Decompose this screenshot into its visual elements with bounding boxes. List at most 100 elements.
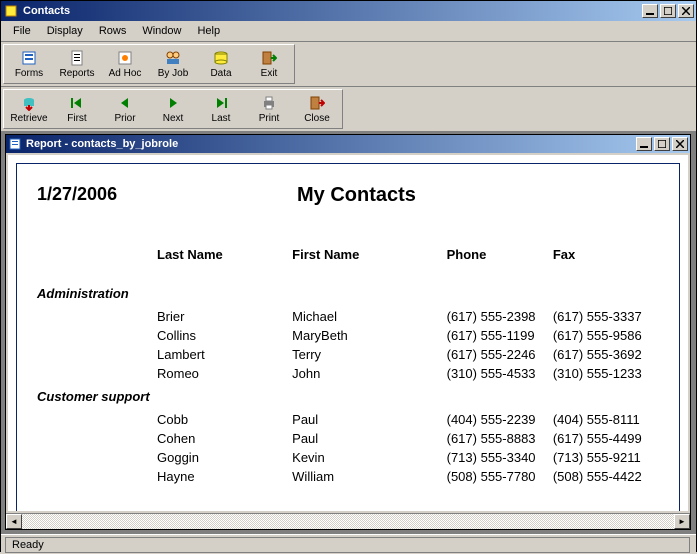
adhoc-label: Ad Hoc [109,68,142,79]
first-button[interactable]: First [53,91,101,127]
last-label: Last [212,113,231,124]
menu-display[interactable]: Display [39,23,91,39]
mdi-client-area: Report - contacts_by_jobrole 1/27/2006 M… [1,132,696,534]
table-row: GogginKevin(713) 555-3340(713) 555-9211 [37,450,659,465]
toolbar-secondary: Retrieve First Prior Next Last Print Clo… [1,87,696,132]
exit-button[interactable]: Exit [245,46,293,82]
reports-button[interactable]: Reports [53,46,101,82]
cell-last: Cobb [157,412,292,427]
prior-icon [117,95,133,111]
menu-rows[interactable]: Rows [91,23,135,39]
cell-phone: (508) 555-7780 [447,469,553,484]
main-titlebar: Contacts [1,1,696,21]
statusbar: Ready [1,534,696,554]
minimize-button[interactable] [642,4,658,18]
cell-last: Goggin [157,450,292,465]
cell-fax: (508) 555-4422 [553,469,659,484]
close-button[interactable] [678,4,694,18]
child-horizontal-scrollbar[interactable]: ◄ ► [6,513,690,529]
cell-last: Collins [157,328,292,343]
forms-icon [21,50,37,66]
table-row: HayneWilliam(508) 555-7780(508) 555-4422 [37,469,659,484]
col-header-lastname: Last Name [157,247,292,262]
table-row: BrierMichael(617) 555-2398(617) 555-3337 [37,309,659,324]
cell-first: Paul [292,431,446,446]
app-icon [3,3,19,19]
cell-first: Paul [292,412,446,427]
close-tool-button[interactable]: Close [293,91,341,127]
menu-help[interactable]: Help [189,23,228,39]
cell-fax: (617) 555-3337 [553,309,659,324]
cell-fax: (404) 555-8111 [553,412,659,427]
byjob-button[interactable]: By Job [149,46,197,82]
print-button[interactable]: Print [245,91,293,127]
table-row: CobbPaul(404) 555-2239(404) 555-8111 [37,412,659,427]
print-icon [261,95,277,111]
cell-phone: (617) 555-2246 [447,347,553,362]
child-maximize-button[interactable] [654,137,670,151]
cell-first: MaryBeth [292,328,446,343]
menu-file[interactable]: File [5,23,39,39]
menu-window[interactable]: Window [134,23,189,39]
report-window-icon [8,137,22,151]
cell-phone: (617) 555-1199 [447,328,553,343]
data-label: Data [210,68,231,79]
group-title: Customer support [37,389,659,404]
scroll-track[interactable] [22,514,674,529]
next-icon [165,95,181,111]
col-header-fax: Fax [553,247,659,262]
col-header-phone: Phone [447,247,553,262]
retrieve-button[interactable]: Retrieve [5,91,53,127]
table-row: CohenPaul(617) 555-8883(617) 555-4499 [37,431,659,446]
cell-phone: (617) 555-2398 [447,309,553,324]
retrieve-label: Retrieve [10,113,47,124]
maximize-button[interactable] [660,4,676,18]
prior-label: Prior [114,113,135,124]
data-icon [213,50,229,66]
child-titlebar: Report - contacts_by_jobrole [6,135,690,153]
byjob-label: By Job [158,68,189,79]
adhoc-button[interactable]: Ad Hoc [101,46,149,82]
next-button[interactable]: Next [149,91,197,127]
cell-phone: (617) 555-8883 [447,431,553,446]
cell-fax: (617) 555-4499 [553,431,659,446]
cell-first: John [292,366,446,381]
cell-phone: (310) 555-4533 [447,366,553,381]
child-minimize-button[interactable] [636,137,652,151]
cell-last: Hayne [157,469,292,484]
last-button[interactable]: Last [197,91,245,127]
report-viewport: 1/27/2006 My Contacts Last Name First Na… [8,155,688,511]
forms-label: Forms [15,68,43,79]
scroll-right-button[interactable]: ► [674,514,690,529]
exit-icon [261,50,277,66]
menubar: File Display Rows Window Help [1,21,696,42]
cell-first: Terry [292,347,446,362]
child-close-button[interactable] [672,137,688,151]
cell-fax: (310) 555-1233 [553,366,659,381]
retrieve-icon [21,95,37,111]
cell-last: Romeo [157,366,292,381]
close-tool-icon [309,95,325,111]
report-child-window: Report - contacts_by_jobrole 1/27/2006 M… [5,134,691,530]
cell-last: Cohen [157,431,292,446]
window-title: Contacts [23,5,642,17]
next-label: Next [163,113,184,124]
group-title: Administration [37,286,659,301]
cell-last: Lambert [157,347,292,362]
reports-label: Reports [59,68,94,79]
print-label: Print [259,113,280,124]
close-tool-label: Close [304,113,330,124]
forms-button[interactable]: Forms [5,46,53,82]
prior-button[interactable]: Prior [101,91,149,127]
data-button[interactable]: Data [197,46,245,82]
scroll-left-button[interactable]: ◄ [6,514,22,529]
exit-label: Exit [261,68,278,79]
cell-fax: (713) 555-9211 [553,450,659,465]
cell-last: Brier [157,309,292,324]
cell-fax: (617) 555-9586 [553,328,659,343]
adhoc-icon [117,50,133,66]
column-headers: Last Name First Name Phone Fax [37,247,659,262]
toolbar-primary: Forms Reports Ad Hoc By Job Data Exit [1,42,696,87]
first-icon [69,95,85,111]
cell-first: Michael [292,309,446,324]
